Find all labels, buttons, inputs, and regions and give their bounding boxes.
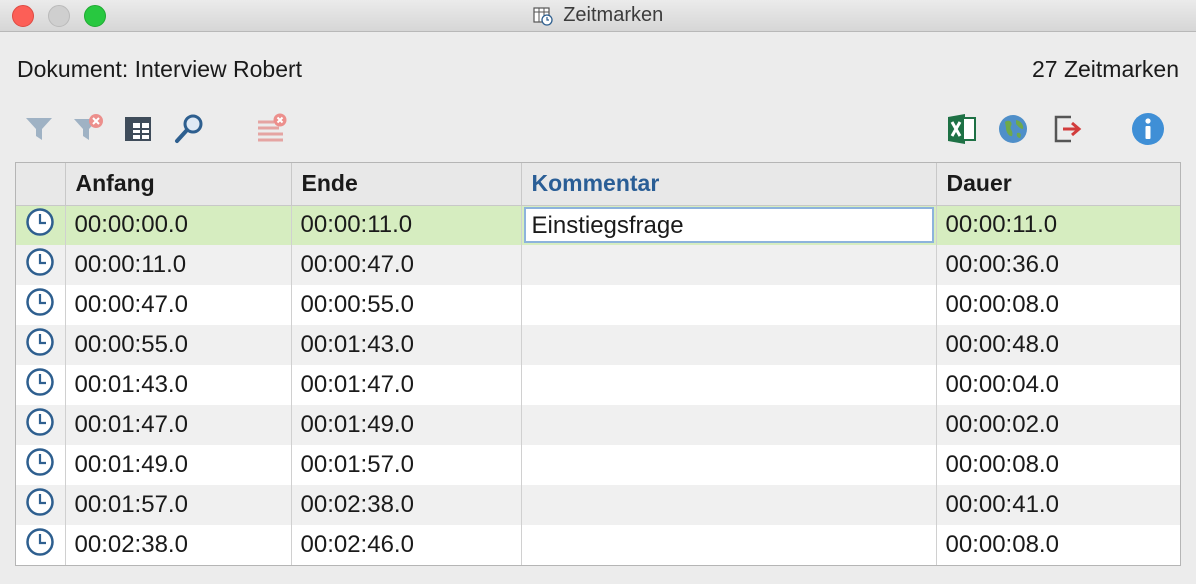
globe-icon	[999, 115, 1027, 143]
cell-anfang[interactable]: 00:02:38.0	[65, 525, 292, 565]
cell-anfang[interactable]: 00:01:47.0	[65, 405, 292, 445]
cell-icon[interactable]	[16, 285, 66, 325]
cell-icon[interactable]	[16, 325, 66, 365]
cell-ende[interactable]: 00:00:11.0	[291, 205, 522, 245]
clock-icon	[26, 247, 54, 276]
cell-kommentar[interactable]	[521, 365, 937, 405]
table-row[interactable]: 00:01:43.0 00:01:47.0 00:00:04.0	[16, 365, 1180, 405]
cell-dauer[interactable]: 00:00:08.0	[936, 285, 1180, 325]
timestamp-count: 27 Zeitmarken	[1031, 56, 1179, 82]
cell-icon[interactable]	[16, 485, 66, 525]
cell-kommentar[interactable]	[521, 325, 937, 365]
column-header-ende[interactable]: Ende	[291, 163, 522, 206]
clock-icon	[26, 447, 54, 476]
table-row[interactable]: 00:00:47.0 00:00:55.0 00:00:08.0	[16, 285, 1180, 325]
cell-anfang[interactable]: 00:00:00.0	[65, 205, 292, 245]
cell-anfang[interactable]: 00:01:57.0	[65, 485, 292, 525]
window-title: Zeitmarken	[563, 4, 664, 26]
web-export-button[interactable]	[995, 111, 1031, 147]
export-button[interactable]	[1049, 111, 1085, 147]
cell-ende[interactable]: 00:00:55.0	[291, 285, 522, 325]
table-row[interactable]: 00:00:00.0 00:00:11.0 Einstiegsfrage 00:00:…	[16, 205, 1180, 245]
cell-anfang[interactable]: 00:00:55.0	[65, 325, 292, 365]
table-row[interactable]: 00:01:49.0 00:01:57.0 00:00:08.0	[16, 445, 1180, 485]
table-row[interactable]: 00:01:47.0 00:01:49.0 00:00:02.0	[16, 405, 1180, 445]
cell-dauer[interactable]: 00:00:04.0	[936, 365, 1180, 405]
filter-icon	[26, 118, 52, 140]
cell-ende[interactable]: 00:02:38.0	[291, 485, 522, 525]
cell-kommentar[interactable]: Einstiegsfrage	[521, 205, 937, 245]
cell-icon[interactable]	[16, 445, 66, 485]
cell-anfang[interactable]: 00:00:47.0	[65, 285, 292, 325]
cell-ende[interactable]: 00:01:49.0	[291, 405, 522, 445]
columns-button[interactable]	[120, 111, 156, 147]
column-header-anfang[interactable]: Anfang	[65, 163, 292, 206]
timestamp-table-icon	[533, 6, 553, 26]
kommentar-edit-field[interactable]: Einstiegsfrage	[523, 207, 934, 244]
column-header-dauer[interactable]: Dauer	[936, 163, 1180, 206]
cell-anfang[interactable]: 00:01:43.0	[65, 365, 292, 405]
cell-icon[interactable]	[16, 245, 66, 285]
clear-filter-icon	[74, 114, 103, 140]
info-icon	[1132, 113, 1164, 145]
cell-kommentar[interactable]	[521, 445, 937, 485]
search-icon	[175, 114, 203, 143]
cell-kommentar[interactable]	[521, 485, 937, 525]
cell-dauer[interactable]: 00:00:48.0	[936, 325, 1180, 365]
clock-icon	[26, 487, 54, 516]
clock-icon	[26, 208, 54, 236]
cell-icon[interactable]	[16, 365, 66, 405]
cell-dauer[interactable]: 00:00:08.0	[936, 525, 1180, 565]
info-button[interactable]	[1130, 111, 1166, 147]
clock-icon	[26, 407, 54, 436]
cell-dauer[interactable]: 00:00:02.0	[936, 405, 1180, 445]
clock-icon	[26, 327, 54, 356]
excel-export-button[interactable]	[943, 111, 979, 147]
cell-kommentar[interactable]	[521, 245, 937, 285]
cell-ende[interactable]: 00:01:47.0	[291, 365, 522, 405]
cell-ende[interactable]: 00:01:43.0	[291, 325, 522, 365]
columns-icon	[125, 117, 151, 141]
clock-icon	[26, 527, 54, 556]
cell-kommentar[interactable]	[521, 525, 937, 565]
clock-icon	[26, 287, 54, 316]
document-label: Dokument: Interview Robert	[17, 56, 303, 82]
cell-anfang[interactable]: 00:01:49.0	[65, 445, 292, 485]
filter-button[interactable]	[21, 111, 57, 147]
cell-dauer[interactable]: 00:00:41.0	[936, 485, 1180, 525]
cell-anfang[interactable]: 00:00:11.0	[65, 245, 292, 285]
table-row[interactable]: 00:00:11.0 00:00:47.0 00:00:36.0	[16, 245, 1180, 285]
clear-filter-button[interactable]	[71, 111, 107, 147]
export-icon	[1054, 115, 1082, 143]
table-row[interactable]: 00:00:55.0 00:01:43.0 00:00:48.0	[16, 325, 1180, 365]
cell-kommentar[interactable]	[521, 405, 937, 445]
delete-list-icon	[258, 113, 287, 142]
table-row[interactable]: 00:01:57.0 00:02:38.0 00:00:41.0	[16, 485, 1180, 525]
cell-ende[interactable]: 00:02:46.0	[291, 525, 522, 565]
cell-kommentar[interactable]	[521, 285, 937, 325]
cell-ende[interactable]: 00:00:47.0	[291, 245, 522, 285]
column-header-kommentar[interactable]: Kommentar	[521, 163, 937, 206]
clock-icon	[26, 367, 54, 396]
timestamps-table: Anfang Ende Kommentar Dauer 00:00:00.0 00…	[15, 162, 1181, 566]
search-button[interactable]	[171, 111, 207, 147]
cell-icon[interactable]	[16, 525, 66, 565]
cell-icon[interactable]	[16, 405, 66, 445]
cell-dauer[interactable]: 00:00:11.0	[936, 205, 1180, 245]
title-bar: Zeitmarken	[0, 0, 1196, 32]
cell-icon[interactable]	[16, 205, 66, 245]
table-row[interactable]: 00:02:38.0 00:02:46.0 00:00:08.0	[16, 525, 1180, 565]
excel-export-icon	[948, 114, 976, 144]
delete-list-button[interactable]	[254, 111, 290, 147]
cell-ende[interactable]: 00:01:57.0	[291, 445, 522, 485]
cell-dauer[interactable]: 00:00:36.0	[936, 245, 1180, 285]
column-header-icon[interactable]	[16, 163, 66, 206]
cell-dauer[interactable]: 00:00:08.0	[936, 445, 1180, 485]
